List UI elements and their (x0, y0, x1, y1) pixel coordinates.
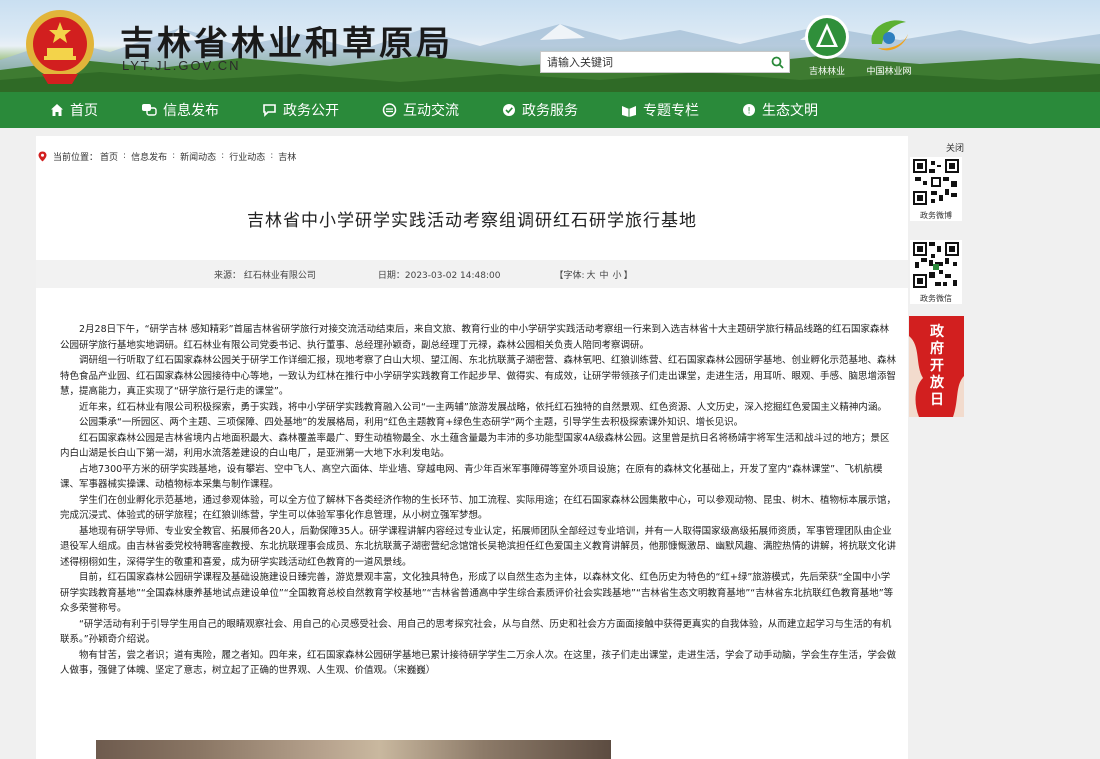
article-source: 来源： 红石林业有限公司 (214, 270, 316, 281)
nav-item-gov-affairs[interactable]: 政务公开 (262, 92, 339, 128)
font-size-prefix: 【字体: (554, 270, 585, 281)
nav-item-ecology[interactable]: ! 生态文明 (742, 92, 818, 128)
nav-item-home[interactable]: 首页 (50, 92, 98, 128)
speech-bubble-icon (263, 104, 276, 117)
weibo-caption: 政务微博 (920, 211, 952, 220)
svg-text:!: ! (747, 107, 751, 117)
font-large-button[interactable]: 大 (587, 271, 596, 281)
article-paragraph: 红石国家森林公园是吉林省境内占地面积最大、森林覆盖率最广、野生动植物最全、水土蕴… (60, 432, 890, 460)
site-header: 吉林省林业和草原局 LYT.JL.GOV.CN 吉林林业 中国林业网 (0, 0, 1100, 92)
gov-open-day-text: 政府开放日 (930, 324, 944, 408)
breadcrumb-info-release[interactable]: 信息发布 (131, 150, 167, 163)
breadcrumb-home[interactable]: 首页 (100, 150, 118, 163)
search-button[interactable] (765, 52, 789, 72)
article-container: 当前位置： 首页: 信息发布: 新闻动态: 行业动态: 吉林 吉林省中小学研学实… (36, 136, 908, 759)
article-paragraph: 目前，红石国家森林公园研学课程及基础设施建设日臻完善，游览景观丰富，文化独具特色… (60, 572, 894, 614)
chat-bubbles-icon (142, 104, 157, 116)
weibo-qr-code-icon (911, 157, 961, 207)
main-nav: 首页 信息发布 政务公开 互动交流 政务服务 专题专栏 ! 生态文明 (0, 92, 1100, 128)
wechat-qr-card[interactable]: 政务微信 (910, 240, 962, 304)
nav-item-label: 首页 (70, 103, 98, 119)
floating-sidebar: 关闭 政务微博 政务微信 政府开放日 (908, 140, 964, 420)
nav-item-interaction[interactable]: 互动交流 (382, 92, 459, 128)
nav-item-label: 专题专栏 (643, 103, 699, 119)
china-forestry-logo[interactable]: 中国林业网 (858, 14, 920, 77)
search-box (540, 51, 790, 73)
search-icon (771, 56, 784, 69)
breadcrumb-jilin[interactable]: 吉林 (278, 150, 296, 163)
national-emblem-icon (26, 10, 94, 84)
article-paragraph: “研学活动有利于引导学生用自己的眼睛观察社会、用自己的心灵感受社会、用自己的思考… (60, 618, 892, 646)
breadcrumb: 当前位置： 首页: 信息发布: 新闻动态: 行业动态: 吉林 (36, 148, 908, 164)
breadcrumb-industry[interactable]: 行业动态 (229, 150, 265, 163)
nav-item-gov-service[interactable]: 政务服务 (502, 92, 578, 128)
article-title: 吉林省中小学研学实践活动考察组调研红石研学旅行基地 (247, 211, 697, 231)
nav-item-info-release[interactable]: 信息发布 (141, 92, 219, 128)
china-forestry-logo-icon (871, 20, 908, 51)
article-meta: 来源： 红石林业有限公司 日期：2023-03-02 14:48:00 【字体:… (36, 260, 908, 288)
close-sidebar-button[interactable]: 关闭 (946, 141, 964, 154)
article-paragraph: 占地7300平方米的研学实践基地，设有攀岩、空中飞人、高空六面体、毕业墙、穿越电… (60, 463, 883, 491)
article-paragraph: 调研组一行听取了红石国家森林公园关于研学工作详细汇报，现地考察了白山大坝、望江阁… (60, 355, 897, 397)
exchange-icon (382, 103, 397, 117)
column-icon (622, 106, 636, 117)
search-input[interactable] (541, 52, 765, 72)
site-domain: LYT.JL.GOV.CN (122, 58, 241, 73)
article-paragraph: 物有甘苦，尝之者识；道有夷险，履之者知。四年来，红石国家森林公园研学基地已累计接… (60, 649, 897, 677)
article-paragraph: 学生们在创业孵化示范基地，通过参观体验，可以全方位了解林下各类经济作物的生长环节… (60, 494, 897, 522)
location-pin-icon (38, 151, 47, 161)
nav-item-label: 信息发布 (163, 103, 219, 119)
weibo-qr-card[interactable]: 政务微博 (910, 157, 962, 221)
nav-item-label: 政务服务 (522, 103, 578, 119)
jilin-forestry-logo-icon (805, 15, 849, 59)
breadcrumb-news[interactable]: 新闻动态 (180, 150, 216, 163)
wechat-qr-code-icon (911, 240, 961, 290)
service-icon (503, 104, 515, 116)
font-small-button[interactable]: 小 (613, 271, 622, 281)
article-body: 2月28日下午，“研学吉林 感知精彩”首届吉林省研学旅行对接交流活动结束后，来自… (60, 322, 896, 679)
wechat-caption: 政务微信 (920, 294, 952, 303)
logo2-caption: 中国林业网 (866, 67, 912, 77)
nav-item-special-column[interactable]: 专题专栏 (621, 92, 699, 128)
nav-item-label: 政务公开 (283, 103, 339, 119)
logo1-caption: 吉林林业 (808, 67, 845, 77)
nav-item-label: 互动交流 (403, 103, 459, 119)
font-size-suffix: 】 (623, 270, 633, 281)
leaf-icon: ! (743, 104, 755, 117)
home-icon (51, 104, 63, 116)
article-paragraph: 近年来，红石林业有限公司积极探索，勇于实践，将中小学研学实践教育融入公司“一主两… (79, 401, 887, 413)
font-size-switcher: 【字体: 大中小】 (554, 268, 632, 281)
jilin-forestry-logo[interactable]: 吉林林业 (800, 14, 854, 77)
article-paragraph: 公园秉承“一所园区、两个主题、三项保障、四处基地”的发展格局，利用“红色主题教育… (79, 417, 744, 428)
article-photo (96, 740, 611, 759)
article-paragraph: 2月28日下午，“研学吉林 感知精彩”首届吉林省研学旅行对接交流活动结束后，来自… (60, 324, 889, 351)
font-medium-button[interactable]: 中 (600, 271, 609, 281)
breadcrumb-prefix: 当前位置： (53, 152, 99, 163)
article-paragraph: 基地现有研学导师、专业安全教官、拓展师各20人，后勤保障35人。研学课程讲解内容… (60, 525, 897, 568)
article-date: 日期：2023-03-02 14:48:00 (377, 270, 501, 281)
nav-item-label: 生态文明 (762, 103, 818, 119)
gov-open-day-banner[interactable]: 政府开放日 (909, 316, 964, 417)
